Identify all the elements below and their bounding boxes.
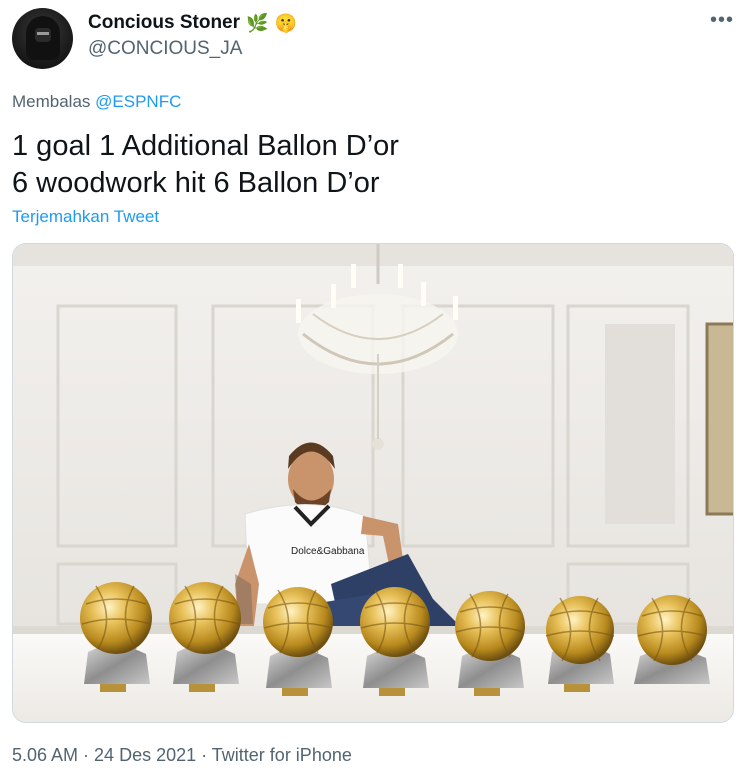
tweet-text: 1 goal 1 Additional Ballon D’or 6 woodwo…: [12, 128, 399, 202]
meta-separator: ·: [196, 745, 212, 765]
leaf-emoji-icon: 🌿: [246, 13, 269, 33]
reply-prefix: Membalas: [12, 92, 91, 111]
tweet-meta: 5.06 AM · 24 Des 2021 · Twitter for iPho…: [12, 745, 352, 766]
author-name-row[interactable]: Concious Stoner 🌿 🤫: [88, 12, 297, 34]
tweet-time[interactable]: 5.06 AM: [12, 745, 78, 765]
ballon-dor-trophy-4: [360, 587, 430, 696]
tweet-line: 1 goal 1 Additional Ballon D’or: [12, 130, 399, 162]
ballon-dor-trophy-3: [263, 587, 333, 696]
translate-tweet-link[interactable]: Terjemahkan Tweet: [12, 207, 159, 227]
meta-separator: ·: [78, 745, 95, 765]
reply-context: Membalas @ESPNFC: [12, 92, 181, 112]
ballon-dor-trophy-7: [634, 595, 710, 684]
ballon-dor-trophy-1: [80, 582, 152, 692]
tweet-client[interactable]: Twitter for iPhone: [212, 745, 352, 765]
author-handle[interactable]: @CONCIOUS_JA: [88, 38, 242, 60]
tweet-header: Concious Stoner 🌿 🤫 @CONCIOUS_JA •••: [12, 8, 738, 70]
shush-emoji-icon: 🤫: [274, 13, 297, 33]
ballon-dor-trophy-2: [169, 582, 241, 692]
ballon-dor-trophy-5: [455, 591, 525, 696]
shirt-print: Dolce&Gabbana: [291, 546, 365, 557]
tweet-photo[interactable]: Dolce&Gabbana: [12, 243, 734, 723]
tweet-line: 6 woodwork hit 6 Ballon D’or: [12, 167, 380, 199]
author-display-name[interactable]: Concious Stoner: [88, 12, 240, 34]
tweet-date[interactable]: 24 Des 2021: [94, 745, 196, 765]
avatar[interactable]: [12, 8, 73, 69]
reply-mention-link[interactable]: @ESPNFC: [95, 92, 181, 111]
ballon-dor-trophy-6: [545, 596, 615, 692]
more-icon[interactable]: •••: [710, 10, 734, 30]
